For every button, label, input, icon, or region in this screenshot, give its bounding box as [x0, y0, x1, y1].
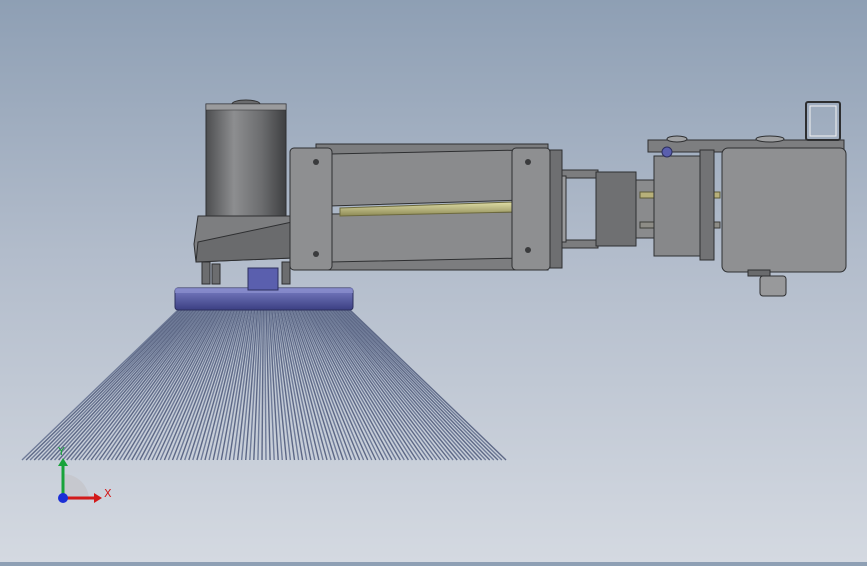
- cad-viewport[interactable]: X Y: [0, 0, 867, 562]
- triad-x-label: X: [104, 487, 112, 500]
- brush-bristles: [21, 309, 507, 461]
- triad-y-label: Y: [57, 445, 65, 458]
- bristle: [334, 309, 466, 461]
- bristle: [62, 309, 194, 461]
- bristle: [330, 309, 454, 461]
- model-canvas[interactable]: X Y: [0, 0, 867, 562]
- triad-x-arrow: [94, 493, 102, 503]
- bristle: [25, 309, 180, 461]
- motor: [205, 99, 287, 217]
- linkage-arm: [289, 143, 563, 271]
- bristle: [264, 309, 267, 461]
- triad-z-axis: [58, 493, 68, 503]
- mounting-bracket: [647, 101, 847, 297]
- bristle: [348, 309, 503, 461]
- bristle: [74, 309, 198, 461]
- bristle: [261, 309, 264, 461]
